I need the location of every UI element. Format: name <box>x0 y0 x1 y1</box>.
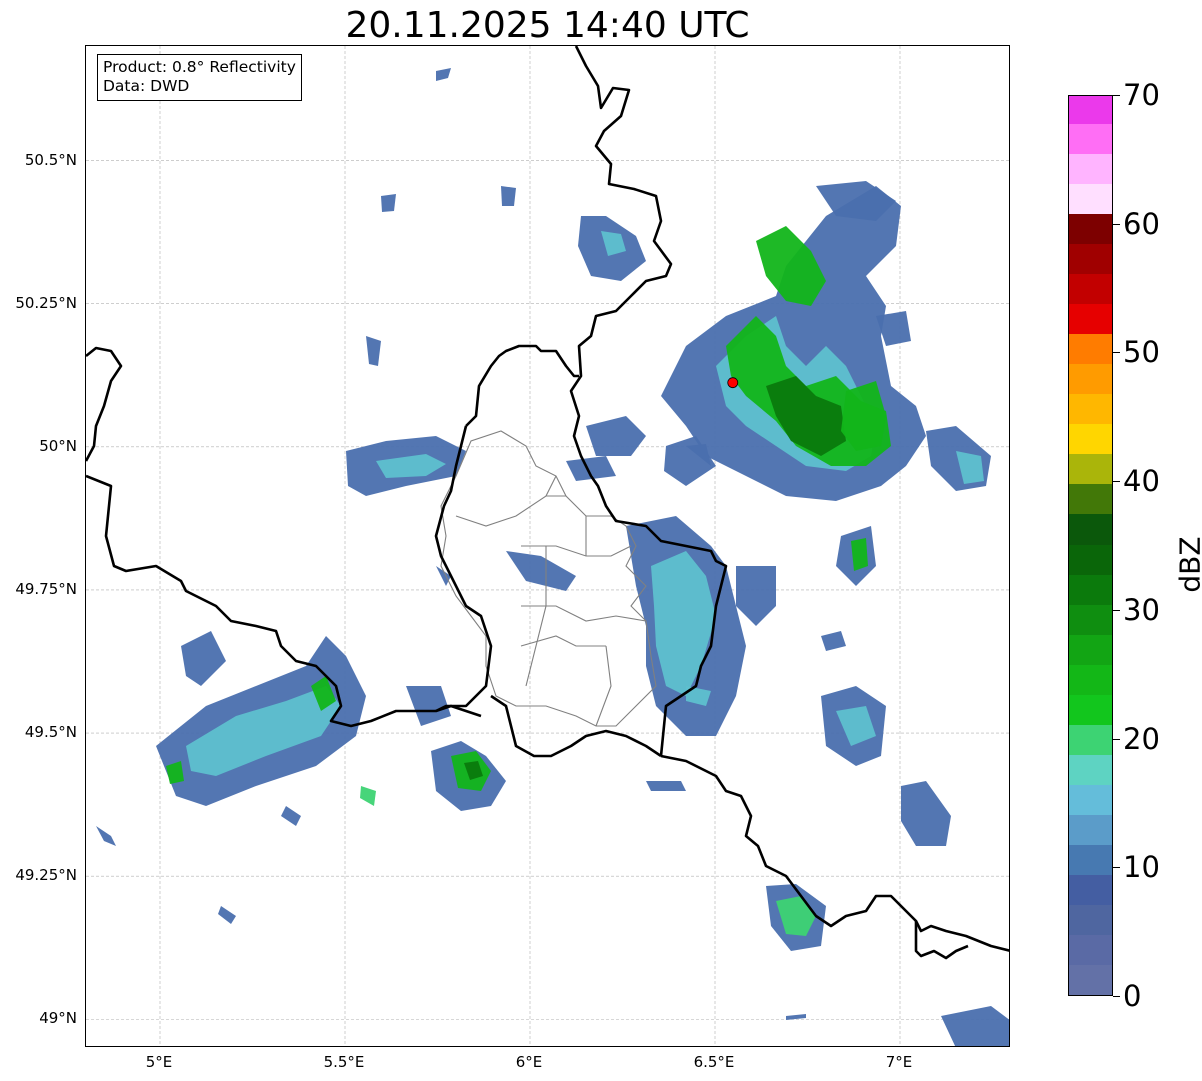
radar-site-marker <box>727 377 739 389</box>
radar-echo <box>281 806 301 826</box>
colorbar-tick-label: 20 <box>1123 721 1160 756</box>
colorbar-segment <box>1069 664 1112 695</box>
lat-tick-label: 49.5°N <box>24 723 77 742</box>
radar-echo <box>181 631 226 686</box>
colorbar-segment <box>1069 634 1112 665</box>
colorbar-segment <box>1069 603 1112 635</box>
radar-echo <box>360 786 376 806</box>
map-title: 20.11.2025 14:40 UTC <box>345 5 750 46</box>
colorbar-tick <box>1113 996 1120 997</box>
product-info-box: Product: 0.8° Reflectivity Data: DWD <box>97 54 302 101</box>
radar-echo <box>96 826 116 846</box>
colorbar-segment <box>1069 874 1112 905</box>
colorbar-segment <box>1069 573 1112 605</box>
lon-tick-label: 6.5°E <box>693 1053 735 1071</box>
colorbar-segment <box>1069 543 1112 575</box>
radar-echo <box>821 631 846 651</box>
colorbar-segment <box>1069 183 1112 215</box>
colorbar-segment <box>1069 273 1112 305</box>
colorbar-segment <box>1069 333 1112 365</box>
colorbar-segment <box>1069 423 1112 455</box>
lat-tick-label: 49.25°N <box>15 866 77 885</box>
lat-tick-label: 50°N <box>39 436 77 455</box>
lon-tick-label: 7°E <box>885 1053 913 1071</box>
lat-tick-label: 49°N <box>39 1009 77 1028</box>
colorbar-tick-label: 50 <box>1123 335 1160 370</box>
radar-echo <box>736 566 776 626</box>
colorbar-segment <box>1069 513 1112 545</box>
product-label: Product: 0.8° Reflectivity <box>103 58 296 76</box>
radar-echo <box>218 906 236 924</box>
colorbar-tick <box>1113 867 1120 869</box>
colorbar-segment <box>1069 96 1112 125</box>
lon-tick-label: 5°E <box>145 1053 173 1071</box>
data-source-label: Data: DWD <box>103 77 190 95</box>
colorbar-segment <box>1069 393 1112 425</box>
lat-tick-label: 49.75°N <box>15 579 77 598</box>
radar-echo <box>501 186 516 206</box>
colorbar-segment <box>1069 724 1112 755</box>
radar-echo <box>941 1006 1009 1046</box>
colorbar-tick <box>1113 95 1120 96</box>
colorbar-segment <box>1069 213 1112 245</box>
colorbar-segment <box>1069 844 1112 875</box>
colorbar-tick-label: 10 <box>1123 850 1160 885</box>
colorbar-segment <box>1069 453 1112 485</box>
colorbar-segment <box>1069 363 1112 395</box>
radar-echo <box>586 416 646 456</box>
colorbar-tick <box>1113 352 1120 354</box>
colorbar-tick-label: 70 <box>1123 78 1160 112</box>
radar-echo <box>436 68 451 81</box>
radar-site-dot <box>727 377 739 389</box>
colorbar-segment <box>1069 754 1112 785</box>
colorbar-segment <box>1069 483 1112 515</box>
colorbar-segment <box>1069 123 1112 155</box>
radar-echo <box>506 551 576 591</box>
colorbar-segment <box>1069 934 1112 965</box>
radar-echo <box>381 194 396 212</box>
lon-tick-label: 6°E <box>515 1053 543 1071</box>
country-borders <box>86 46 1009 960</box>
colorbar-tick-label: 60 <box>1123 206 1160 241</box>
colorbar-tick <box>1113 609 1120 611</box>
colorbar-segment <box>1069 153 1112 185</box>
radar-echo <box>901 781 951 846</box>
colorbar-segment <box>1069 904 1112 935</box>
lat-tick-label: 50.5°N <box>24 150 77 169</box>
colorbar-segment <box>1069 303 1112 335</box>
colorbar-tick <box>1113 223 1120 225</box>
colorbar-unit-label: dBZ <box>1173 536 1202 593</box>
radar-echo <box>366 336 381 366</box>
colorbar-segment <box>1069 694 1112 725</box>
colorbar-tick-label: 40 <box>1123 464 1160 499</box>
radar-echo <box>646 781 686 791</box>
radar-map[interactable] <box>85 45 1010 1047</box>
colorbar-tick-label: 0 <box>1123 979 1142 1013</box>
colorbar <box>1068 95 1113 996</box>
lon-tick-label: 5.5°E <box>323 1053 365 1071</box>
colorbar-tick <box>1113 481 1120 483</box>
colorbar-tick-label: 30 <box>1123 592 1160 627</box>
colorbar-tick <box>1113 738 1120 740</box>
colorbar-segment <box>1069 814 1112 845</box>
radar-echo <box>851 538 868 571</box>
lat-tick-label: 50.25°N <box>15 293 77 312</box>
colorbar-segment <box>1069 243 1112 275</box>
colorbar-segment <box>1069 784 1112 815</box>
colorbar-segment <box>1069 964 1112 995</box>
